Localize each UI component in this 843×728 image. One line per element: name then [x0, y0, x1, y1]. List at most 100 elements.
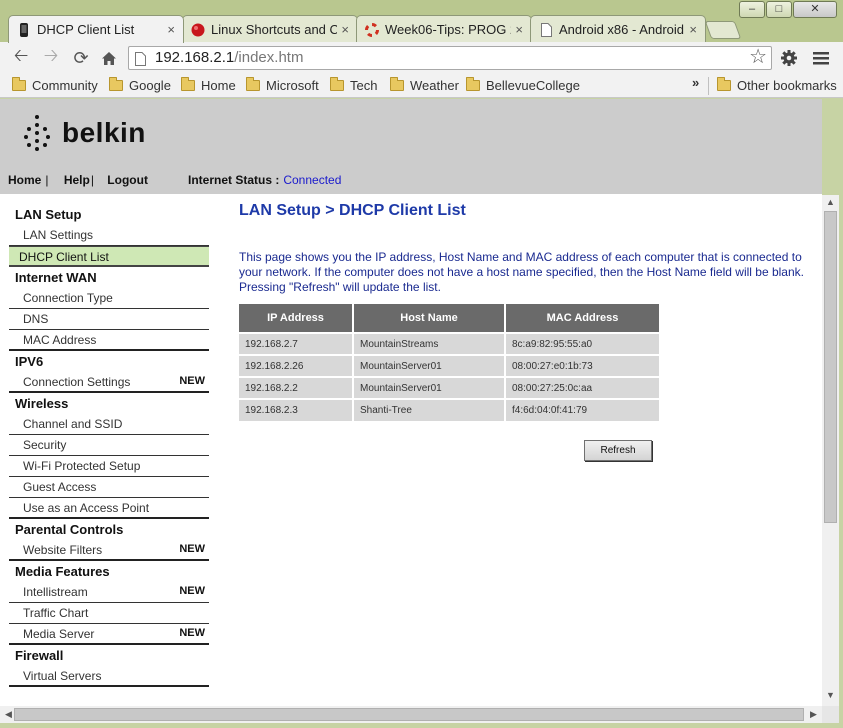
sidebar-item-dhcp-client-list[interactable]: DHCP Client List: [9, 246, 209, 267]
new-badge: NEW: [179, 375, 205, 387]
folder-icon: [390, 77, 404, 91]
sidebar-item-virtual-servers[interactable]: Virtual Servers: [9, 666, 209, 687]
top-nav: Home | Help| Logout: [8, 173, 148, 187]
sidebar-item-guest-access[interactable]: Guest Access: [9, 477, 209, 498]
host-name-cell: MountainServer01: [353, 354, 506, 377]
ip-address-cell: 192.168.2.2: [239, 376, 354, 399]
mac-address-cell: 08:00:27:e0:1b:73: [505, 354, 659, 377]
tab-linux-shortcuts[interactable]: Linux Shortcuts and C ×: [182, 15, 358, 43]
sidebar-item-dns[interactable]: DNS: [9, 309, 209, 330]
address-path: /index.htm: [234, 49, 304, 66]
folder-icon: [12, 77, 26, 91]
sidebar-item-intellistream[interactable]: Intellistream NEW: [9, 582, 209, 603]
column-header-host-name: Host Name: [353, 304, 506, 333]
sidebar-item-connection-type[interactable]: Connection Type: [9, 288, 209, 309]
home-icon[interactable]: [98, 47, 120, 69]
back-arrow-icon[interactable]: 🡠: [10, 45, 32, 69]
new-badge: NEW: [179, 627, 205, 639]
address-bar[interactable]: 192.168.2.1/index.htm ☆: [128, 46, 772, 70]
reload-icon[interactable]: ⟳: [70, 47, 92, 69]
folder-icon: [330, 77, 344, 91]
page-icon: [135, 51, 146, 73]
horizontal-scrollbar[interactable]: ◀ ▶: [0, 706, 822, 723]
close-tab-icon[interactable]: ×: [689, 22, 697, 37]
router-header: belkin Home | Help| Logout Internet Statu…: [0, 99, 822, 194]
internet-status: Internet Status : Connected: [188, 173, 341, 187]
close-tab-icon[interactable]: ×: [515, 22, 523, 37]
new-tab-button[interactable]: [704, 21, 742, 39]
bookmark-folder-bellevuecollege[interactable]: BellevueCollege: [466, 77, 580, 93]
bookmark-label: BellevueCollege: [486, 78, 580, 93]
new-badge: NEW: [179, 585, 205, 597]
bookmark-folder-weather[interactable]: Weather: [390, 77, 459, 93]
vertical-scroll-thumb[interactable]: [824, 211, 837, 523]
sidebar-item-lan-settings[interactable]: LAN Settings: [9, 225, 209, 246]
tab-week06-tips[interactable]: Week06-Tips: PROG 2 ×: [356, 15, 532, 43]
forward-arrow-icon[interactable]: 🡢: [40, 45, 62, 69]
sidebar-item-access-point[interactable]: Use as an Access Point: [9, 498, 209, 519]
lifebuoy-icon: [365, 22, 379, 37]
sidebar-item-channel-and-ssid[interactable]: Channel and SSID: [9, 414, 209, 435]
table-row: 192.168.2.7 MountainStreams 8c:a9:82:95:…: [239, 332, 659, 355]
bookmark-label: Home: [201, 78, 236, 93]
close-window-button[interactable]: ✕: [793, 1, 837, 18]
scroll-down-arrow-icon[interactable]: ▼: [822, 690, 839, 700]
sidebar-section-internet-wan: Internet WAN: [15, 270, 97, 285]
browser-toolbar: 🡠 🡢 ⟳ 192.168.2.1/index.htm ☆: [0, 42, 843, 74]
bookmark-label: Community: [32, 78, 98, 93]
bookmarks-overflow-chevron[interactable]: »: [692, 75, 699, 90]
bookmark-folder-home[interactable]: Home: [181, 77, 236, 93]
internet-status-value: Connected: [283, 173, 342, 187]
bookmark-folder-google[interactable]: Google: [109, 77, 171, 93]
close-tab-icon[interactable]: ×: [341, 22, 349, 37]
horizontal-scroll-thumb[interactable]: [14, 708, 804, 721]
minimize-button[interactable]: –: [739, 1, 765, 18]
table-header-row: IP Address Host Name MAC Address: [239, 304, 659, 333]
folder-icon: [717, 77, 731, 91]
sidebar-item-website-filters[interactable]: Website Filters NEW: [9, 540, 209, 561]
other-bookmarks-folder[interactable]: Other bookmarks: [717, 77, 837, 93]
gear-icon[interactable]: [778, 47, 800, 69]
new-badge: NEW: [179, 543, 205, 555]
sidebar-section-media-features: Media Features: [15, 564, 110, 579]
logo-dots: [24, 115, 54, 151]
tab-android-x86[interactable]: Android x86 - Android ×: [530, 15, 706, 43]
tab-dhcp-client-list[interactable]: DHCP Client List ×: [8, 15, 184, 43]
maximize-button[interactable]: □: [766, 1, 792, 18]
sidebar-item-label: Intellistream: [23, 585, 88, 599]
bookmark-star-icon[interactable]: ☆: [749, 46, 767, 68]
help-link[interactable]: Help: [64, 173, 90, 187]
vertical-scrollbar[interactable]: ▲ ▼: [822, 195, 839, 706]
mac-address-cell: f4:6d:04:0f:41:79: [505, 398, 659, 421]
bookmark-folder-tech[interactable]: Tech: [330, 77, 378, 93]
tab-title: Week06-Tips: PROG 2: [385, 22, 512, 37]
close-tab-icon[interactable]: ×: [167, 22, 175, 37]
sidebar-item-connection-settings[interactable]: Connection Settings NEW: [9, 372, 209, 393]
sidebar-item-security[interactable]: Security: [9, 435, 209, 456]
page-icon: [539, 22, 553, 37]
folder-icon: [466, 77, 480, 91]
sidebar-nav: LAN Setup LAN Settings DHCP Client List …: [9, 204, 209, 687]
bookmark-folder-community[interactable]: Community: [12, 77, 98, 93]
refresh-button[interactable]: Refresh: [584, 440, 652, 461]
menu-icon[interactable]: [810, 47, 832, 69]
address-host: 192.168.2.1: [155, 49, 235, 66]
home-link[interactable]: Home: [8, 173, 41, 187]
ip-address-cell: 192.168.2.26: [239, 354, 354, 377]
scroll-up-arrow-icon[interactable]: ▲: [822, 197, 839, 207]
table-row: 192.168.2.26 MountainServer01 08:00:27:e…: [239, 354, 659, 377]
sidebar-item-label: Connection Settings: [23, 375, 131, 389]
scroll-right-arrow-icon[interactable]: ▶: [805, 709, 822, 720]
sidebar-item-label: Website Filters: [23, 543, 103, 557]
sidebar-item-mac-address[interactable]: MAC Address: [9, 330, 209, 351]
bookmark-folder-microsoft[interactable]: Microsoft: [246, 77, 319, 93]
logout-link[interactable]: Logout: [107, 173, 148, 187]
page-viewport: belkin Home | Help| Logout Internet Statu…: [0, 99, 822, 706]
sidebar-item-traffic-chart[interactable]: Traffic Chart: [9, 603, 209, 624]
folder-icon: [181, 77, 195, 91]
sidebar-item-wifi-protected-setup[interactable]: Wi-Fi Protected Setup: [9, 456, 209, 477]
table-row: 192.168.2.2 MountainServer01 08:00:27:25…: [239, 376, 659, 399]
sidebar-item-media-server[interactable]: Media Server NEW: [9, 624, 209, 645]
bookmark-label: Tech: [350, 78, 378, 93]
ip-address-cell: 192.168.2.7: [239, 332, 354, 355]
